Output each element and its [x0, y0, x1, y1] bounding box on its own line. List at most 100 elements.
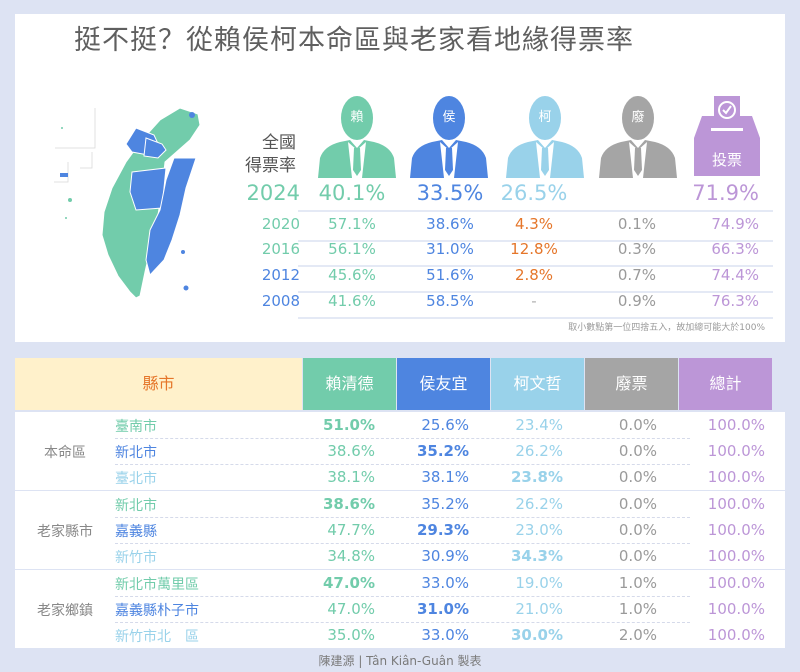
year: 2024: [246, 181, 300, 205]
lai-share: 45.6%: [328, 266, 376, 284]
year: 2016: [261, 240, 300, 258]
lai-value: 38.6%: [327, 442, 375, 460]
person-icon: [599, 96, 677, 178]
ko-value: 26.2%: [515, 495, 563, 513]
county-name: 新北市萬里區: [115, 577, 199, 593]
candidate-initial: 侯: [442, 110, 456, 125]
ko-share: 26.5%: [500, 181, 568, 205]
ko-value: 30.0%: [510, 626, 563, 644]
hou-value: 30.9%: [421, 547, 469, 565]
credit-line: 陳建源 | Tân Kiân-Guân 製表: [318, 654, 482, 668]
rounding-note: 取小數點第一位四捨五入，故加總可能大於100%: [568, 323, 765, 333]
void-share: 0.7%: [617, 266, 656, 284]
hou-share: 31.0%: [426, 240, 474, 258]
national-vote-share-label: 全國 得票率: [245, 133, 296, 176]
hou-value: 38.1%: [421, 468, 469, 486]
ko-value: 34.3%: [510, 547, 563, 565]
total-value: 100.0%: [707, 416, 765, 434]
lai-value: 47.0%: [327, 600, 375, 618]
ballot-box-label: 投票: [711, 151, 742, 169]
header-void: 廢票: [585, 358, 678, 410]
ko-value: 26.2%: [515, 442, 563, 460]
year: 2012: [261, 266, 300, 284]
table-group: 老家鄉鎮 新北市萬里區 47.0% 33.0% 19.0% 1.0% 100.0% 嘉義縣朴子…: [15, 570, 785, 648]
void-value: 1.0%: [618, 600, 657, 618]
candidate-initial: 廢: [631, 110, 645, 125]
void-value: 1.0%: [618, 574, 657, 592]
county-name: 新竹市: [115, 550, 157, 566]
table-row: 新北市萬里區 47.0% 33.0% 19.0% 1.0% 100.0%: [115, 570, 785, 596]
group-label: 本命區: [44, 445, 86, 461]
total-value: 100.0%: [707, 626, 765, 644]
table-header: 縣市 賴清德 侯友宜 柯文哲 廢票 總計: [15, 358, 785, 410]
total-value: 100.0%: [707, 574, 765, 592]
void-share: 0.3%: [617, 240, 656, 258]
person-icon: [318, 96, 396, 178]
void-value: 0.0%: [618, 521, 657, 539]
table-group: 本命區 臺南市 51.0% 25.6% 23.4% 0.0% 100.0% 新北市 38.6% 3…: [15, 412, 785, 490]
candidate-figure-lai: 賴: [316, 92, 398, 178]
turnout: 71.9%: [692, 181, 759, 205]
county-name: 嘉義縣朴子市: [115, 603, 199, 619]
total-value: 100.0%: [707, 600, 765, 618]
total-value: 100.0%: [707, 468, 765, 486]
lai-share: 41.6%: [328, 292, 376, 310]
lai-share: 56.1%: [328, 240, 376, 258]
map-island-green: [181, 250, 185, 254]
ko-value: 23.4%: [515, 416, 563, 434]
table-row: 新北市 38.6% 35.2% 26.2% 0.0% 100.0%: [115, 438, 785, 464]
national-row-2012: 2012 45.6% 51.6% 2.8% 0.7% 74.4%: [232, 266, 772, 292]
group-label: 老家縣市: [37, 524, 93, 540]
hou-value: 29.3%: [416, 521, 469, 539]
year: 2020: [261, 215, 300, 233]
table-group: 老家縣市 新北市 38.6% 35.2% 26.2% 0.0% 100.0% 嘉義縣 47.7%…: [15, 491, 785, 569]
map-inset-islands: [54, 108, 96, 183]
national-row-2016: 2016 56.1% 31.0% 12.8% 0.3% 66.3%: [232, 240, 772, 266]
page-title: 挺不挺？從賴侯柯本命區與老家看地緣得票率: [74, 25, 634, 56]
ko-share: 12.8%: [510, 240, 558, 258]
total-value: 100.0%: [707, 495, 765, 513]
void-value: 2.0%: [618, 626, 657, 644]
ko-value: 23.8%: [510, 468, 563, 486]
county-name: 新北市: [115, 445, 157, 461]
lai-value: 35.0%: [327, 626, 375, 644]
hou-share: 33.5%: [416, 181, 484, 205]
header-county: 縣市: [15, 358, 302, 410]
map-island-penghu: [68, 198, 72, 202]
table-row: 嘉義縣 47.7% 29.3% 23.0% 0.0% 100.0%: [115, 517, 785, 543]
hou-value: 31.0%: [416, 600, 469, 618]
year: 2008: [261, 292, 300, 310]
table-row: 新竹市 34.8% 30.9% 34.3% 0.0% 100.0%: [115, 543, 785, 569]
hou-value: 35.2%: [421, 495, 469, 513]
map-region-blue-nantou: [129, 167, 167, 211]
void-value: 0.0%: [618, 416, 657, 434]
lai-value: 47.7%: [327, 521, 375, 539]
total-value: 100.0%: [707, 547, 765, 565]
candidate-figure-hou: 侯: [408, 92, 490, 178]
void-value: 0.0%: [618, 468, 657, 486]
lai-value: 51.0%: [322, 416, 375, 434]
ko-value: 19.0%: [515, 574, 563, 592]
lai-share: 57.1%: [328, 215, 376, 233]
map-region-blue-keelung: [189, 112, 195, 118]
void-value: 0.0%: [618, 547, 657, 565]
lai-share: 40.1%: [318, 181, 386, 205]
county-name: 新竹市北 區: [115, 629, 199, 645]
turnout: 74.9%: [711, 215, 759, 233]
table-row: 新竹市北 區 35.0% 33.0% 30.0% 2.0% 100.0%: [115, 622, 785, 648]
map-island-orchid: [183, 285, 189, 291]
candidate-initial: 賴: [350, 110, 364, 125]
hou-value: 33.0%: [421, 626, 469, 644]
candidate-figure-ko: 柯: [504, 92, 586, 178]
table-row: 臺南市 51.0% 25.6% 23.4% 0.0% 100.0%: [115, 412, 785, 438]
hou-value: 25.6%: [421, 416, 469, 434]
turnout: 74.4%: [711, 266, 759, 284]
row-divider: [298, 317, 773, 319]
map-island-kinmen: [60, 173, 68, 177]
ko-value: 23.0%: [515, 521, 563, 539]
national-row-2020: 2020 57.1% 38.6% 4.3% 0.1% 74.9%: [232, 215, 772, 241]
table-row: 新北市 38.6% 35.2% 26.2% 0.0% 100.0%: [115, 491, 785, 517]
header-hou: 侯友宜: [397, 358, 490, 410]
county-name: 嘉義縣: [115, 524, 157, 540]
ko-share: 4.3%: [514, 215, 554, 233]
